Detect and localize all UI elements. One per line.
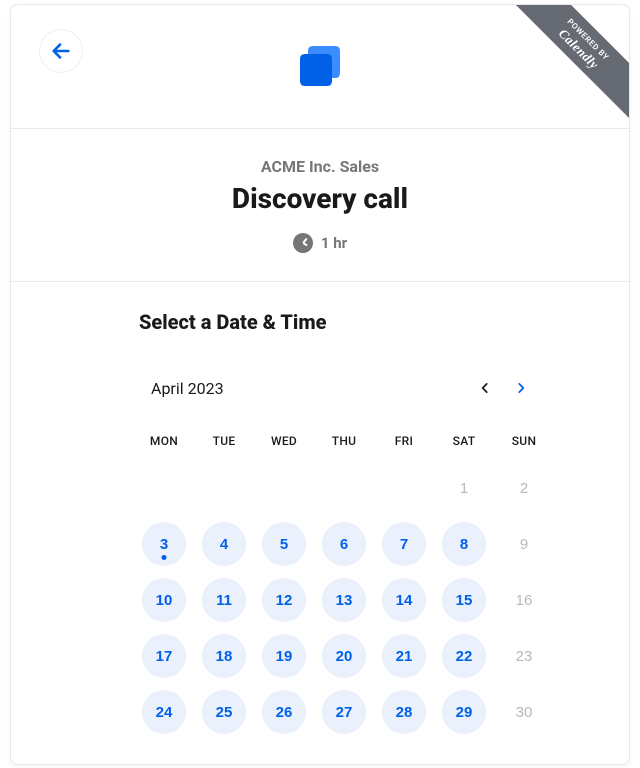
day-cell: 30 bbox=[502, 690, 546, 734]
day-cell[interactable]: 22 bbox=[442, 634, 486, 678]
month-navigation: April 2023 bbox=[151, 370, 539, 406]
event-duration: 1 hr bbox=[293, 233, 347, 253]
day-cell: 16 bbox=[502, 578, 546, 622]
day-cell[interactable]: 13 bbox=[322, 578, 366, 622]
day-cell[interactable]: 14 bbox=[382, 578, 426, 622]
day-cell[interactable]: 26 bbox=[262, 690, 306, 734]
day-cell[interactable]: 10 bbox=[142, 578, 186, 622]
date-picker: Select a Date & Time April 2023 MON TUE WE… bbox=[11, 282, 629, 764]
scheduling-card: POWERED BY Calendly ACME Inc. Sales Disc… bbox=[10, 4, 630, 765]
weekday-label: MON bbox=[139, 434, 189, 448]
powered-by-ribbon[interactable]: POWERED BY Calendly bbox=[498, 4, 630, 129]
weekday-label: SUN bbox=[499, 434, 549, 448]
prev-month-button[interactable] bbox=[467, 370, 503, 406]
day-cell[interactable]: 3 bbox=[142, 522, 186, 566]
day-cell: 2 bbox=[502, 466, 546, 510]
day-cell[interactable]: 25 bbox=[202, 690, 246, 734]
month-label: April 2023 bbox=[151, 379, 467, 398]
day-cell[interactable]: 28 bbox=[382, 690, 426, 734]
chevron-left-icon bbox=[478, 381, 492, 395]
day-cell[interactable]: 18 bbox=[202, 634, 246, 678]
next-month-button[interactable] bbox=[503, 370, 539, 406]
header: POWERED BY Calendly bbox=[11, 5, 629, 129]
picker-heading: Select a Date & Time bbox=[139, 310, 579, 334]
day-cell[interactable]: 19 bbox=[262, 634, 306, 678]
day-cell[interactable]: 17 bbox=[142, 634, 186, 678]
day-cell[interactable]: 8 bbox=[442, 522, 486, 566]
company-logo bbox=[290, 37, 350, 97]
day-cell: 9 bbox=[502, 522, 546, 566]
event-title: Discovery call bbox=[31, 182, 609, 215]
day-cell: 1 bbox=[442, 466, 486, 510]
weekday-label: WED bbox=[259, 434, 309, 448]
weekday-label: FRI bbox=[379, 434, 429, 448]
day-cell[interactable]: 24 bbox=[142, 690, 186, 734]
day-cell[interactable]: 11 bbox=[202, 578, 246, 622]
event-meta: ACME Inc. Sales Discovery call 1 hr bbox=[11, 129, 629, 282]
host-name: ACME Inc. Sales bbox=[31, 157, 609, 176]
day-cell[interactable]: 4 bbox=[202, 522, 246, 566]
chevron-right-icon bbox=[514, 381, 528, 395]
ribbon-powered-label: POWERED BY bbox=[514, 4, 630, 114]
day-cell[interactable]: 29 bbox=[442, 690, 486, 734]
duration-label: 1 hr bbox=[321, 234, 347, 252]
days-grid: 1234567891011121314151617181920212223242… bbox=[139, 466, 549, 734]
day-cell[interactable]: 20 bbox=[322, 634, 366, 678]
back-button[interactable] bbox=[39, 29, 83, 73]
day-cell[interactable]: 15 bbox=[442, 578, 486, 622]
weekday-label: TUE bbox=[199, 434, 249, 448]
day-cell[interactable]: 7 bbox=[382, 522, 426, 566]
day-cell[interactable]: 27 bbox=[322, 690, 366, 734]
day-cell: 23 bbox=[502, 634, 546, 678]
day-cell[interactable]: 12 bbox=[262, 578, 306, 622]
day-cell[interactable]: 5 bbox=[262, 522, 306, 566]
day-cell[interactable]: 6 bbox=[322, 522, 366, 566]
clock-icon bbox=[293, 233, 313, 253]
arrow-left-icon bbox=[50, 40, 72, 62]
weekday-row: MON TUE WED THU FRI SAT SUN bbox=[139, 434, 549, 448]
weekday-label: THU bbox=[319, 434, 369, 448]
day-cell[interactable]: 21 bbox=[382, 634, 426, 678]
weekday-label: SAT bbox=[439, 434, 489, 448]
